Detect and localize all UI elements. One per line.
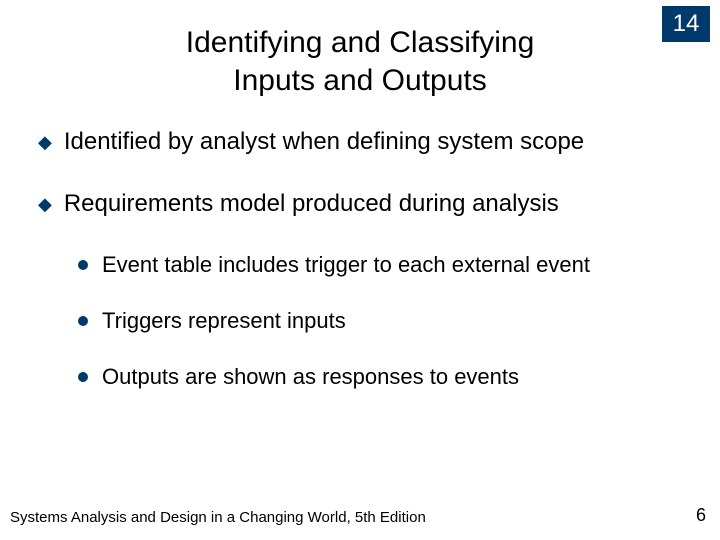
bullet-text: Outputs are shown as responses to events — [102, 364, 519, 390]
dot-icon — [78, 260, 88, 270]
bullet-level2: Outputs are shown as responses to events — [78, 364, 690, 390]
bullet-text: Event table includes trigger to each ext… — [102, 252, 590, 278]
dot-icon — [78, 372, 88, 382]
bullet-text: Triggers represent inputs — [102, 308, 346, 334]
bullet-level2: Triggers represent inputs — [78, 308, 690, 334]
diamond-icon: ◆ — [38, 132, 52, 153]
slide-title: Identifying and Classifying Inputs and O… — [0, 24, 720, 99]
bullet-text: Requirements model produced during analy… — [64, 190, 559, 218]
page-number: 6 — [696, 505, 706, 526]
slide: 14 Identifying and Classifying Inputs an… — [0, 0, 720, 540]
slide-body: ◆ Identified by analyst when defining sy… — [38, 128, 690, 398]
diamond-icon: ◆ — [38, 194, 52, 215]
bullet-text: Identified by analyst when defining syst… — [64, 128, 584, 156]
footer-text: Systems Analysis and Design in a Changin… — [10, 509, 426, 526]
bullet-level1: ◆ Requirements model produced during ana… — [38, 190, 690, 218]
bullet-level1: ◆ Identified by analyst when defining sy… — [38, 128, 690, 156]
bullet-level2: Event table includes trigger to each ext… — [78, 252, 690, 278]
dot-icon — [78, 316, 88, 326]
